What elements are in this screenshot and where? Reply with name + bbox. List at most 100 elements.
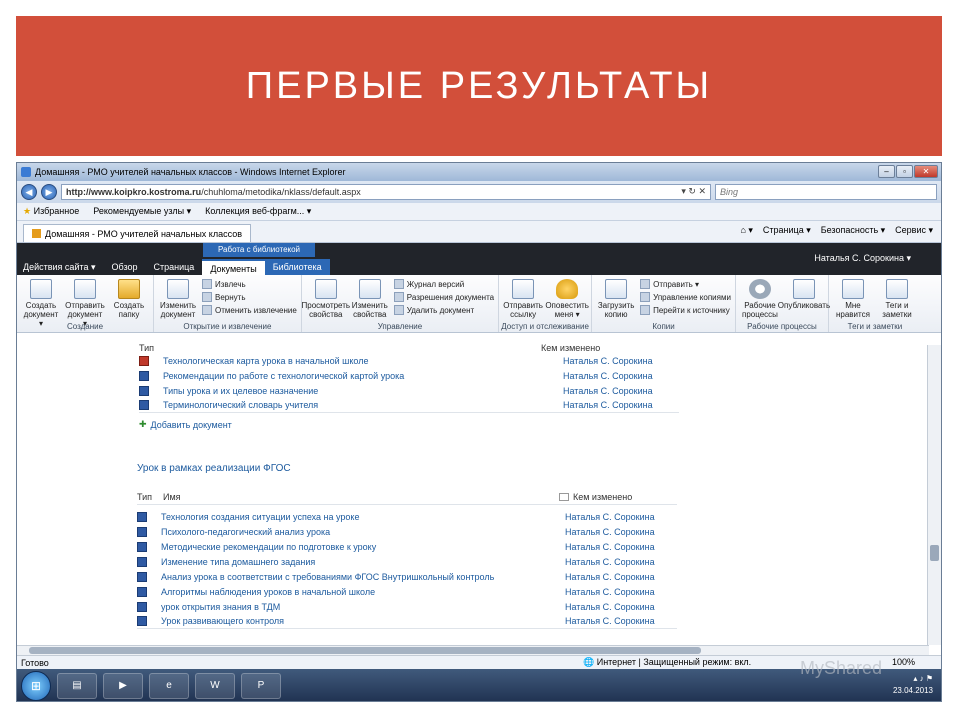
source-icon xyxy=(640,305,651,315)
minimize-icon[interactable]: – xyxy=(878,165,895,178)
tools-menu[interactable]: Сервис ▾ xyxy=(895,225,933,236)
section-title[interactable]: Урок в рамках реализации ФГОС xyxy=(137,463,677,474)
url-field[interactable]: http://www.koipkro.kostroma.ru /chuhloma… xyxy=(61,184,711,200)
new-document-icon xyxy=(30,279,52,299)
copies-icon xyxy=(640,292,651,302)
table-row[interactable]: Алгоритмы наблюдения уроков в начальной … xyxy=(137,584,677,599)
table-row[interactable]: урок открытия знания в ТДМ Наталья С. Сор… xyxy=(137,599,677,614)
col-type[interactable]: Тип xyxy=(137,492,163,502)
edit-properties-button[interactable]: Изменить свойства xyxy=(350,277,390,319)
safety-menu[interactable]: Безопасность ▾ xyxy=(821,225,885,236)
group-label: Рабочие процессы xyxy=(747,322,817,331)
tray-date[interactable]: 23.04.2013 xyxy=(893,685,933,697)
col-modified[interactable]: Кем изменено xyxy=(541,343,600,353)
new-folder-button[interactable]: Создать папку xyxy=(109,277,149,319)
scroll-thumb[interactable] xyxy=(930,545,939,561)
email-link-button[interactable]: Отправить ссылку xyxy=(503,277,543,319)
table-row[interactable]: Психолого-педагогический анализ урока Нат… xyxy=(137,524,677,539)
table-row[interactable]: Технологическая карта урока в начальной … xyxy=(139,353,679,368)
manage-copies-button[interactable]: Управление копиями xyxy=(640,292,731,302)
suggested-sites[interactable]: Рекомендуемые узлы ▾ xyxy=(93,206,191,217)
download-icon xyxy=(605,279,628,299)
view-properties-button[interactable]: Просмотреть свойства xyxy=(302,277,350,319)
select-checkbox[interactable] xyxy=(559,493,569,501)
checkin-button[interactable]: Вернуть xyxy=(202,292,297,302)
word-doc-icon xyxy=(137,586,147,597)
user-menu[interactable]: Наталья С. Сорокина ▾ xyxy=(814,253,911,264)
table-row[interactable]: Анализ урока в соответствии с требования… xyxy=(137,569,677,584)
col-type[interactable]: Тип xyxy=(139,343,169,353)
taskbar-media-icon[interactable]: ▶ xyxy=(103,673,143,699)
vertical-scrollbar[interactable] xyxy=(927,345,941,645)
discard-checkout-button[interactable]: Отменить извлечение xyxy=(202,305,297,315)
col-name[interactable]: Имя xyxy=(163,492,559,502)
alert-me-button[interactable]: Оповестить меня ▾ xyxy=(545,277,589,319)
table-row[interactable]: Технология создания ситуации успеха на у… xyxy=(137,509,677,524)
tab-documents[interactable]: Документы xyxy=(202,259,265,275)
table-row[interactable]: Методические рекомендации по подготовке … xyxy=(137,539,677,554)
table-row[interactable]: Урок развивающего контроля Наталья С. Сор… xyxy=(137,614,677,629)
browser-tab[interactable]: Домашняя - РМО учителей начальных классо… xyxy=(23,224,251,242)
table-row[interactable]: Изменение типа домашнего задания Наталья … xyxy=(137,554,677,569)
tab-library[interactable]: Библиотека xyxy=(264,259,330,275)
publish-button[interactable]: Опубликовать xyxy=(778,277,830,310)
ribbon-group-manage: Просмотреть свойства Изменить свойства Ж… xyxy=(302,275,500,332)
tag-icon xyxy=(885,279,908,299)
home-icon[interactable]: ⌂ ▾ xyxy=(740,225,752,236)
word-doc-icon xyxy=(137,541,147,552)
forward-icon[interactable]: ▶ xyxy=(41,184,57,200)
workflows-button[interactable]: Рабочие процессы xyxy=(740,277,780,319)
tab-page[interactable]: Страница xyxy=(146,259,203,275)
document-permissions-button[interactable]: Разрешения документа xyxy=(393,292,494,302)
ribbon-group-create: Создать документ ▾ Отправить документ ▾ … xyxy=(17,275,154,332)
ie-icon xyxy=(21,167,31,177)
checkout-button[interactable]: Извлечь xyxy=(202,279,297,289)
send-to-button[interactable]: Отправить ▾ xyxy=(640,279,731,289)
table-row[interactable]: Типы урока и их целевое назначение Наталь… xyxy=(139,383,679,398)
maximize-icon[interactable]: ▫ xyxy=(896,165,913,178)
tab-browse[interactable]: Обзор xyxy=(104,259,146,275)
taskbar-powerpoint-icon[interactable]: P xyxy=(241,673,281,699)
star-icon: ★ xyxy=(23,206,32,216)
search-input[interactable]: Bing xyxy=(715,184,937,200)
start-button[interactable]: ⊞ xyxy=(21,671,51,701)
add-document-link[interactable]: ✚ Добавить документ xyxy=(139,419,679,430)
like-button[interactable]: Мне нравится xyxy=(833,277,873,319)
workflow-icon xyxy=(748,279,771,299)
page-menu[interactable]: Страница ▾ xyxy=(763,225,811,236)
group-label: Создание xyxy=(66,322,104,331)
envelope-icon xyxy=(512,279,535,299)
version-history-button[interactable]: Журнал версий xyxy=(393,279,494,289)
taskbar-explorer-icon[interactable]: ▤ xyxy=(57,673,97,699)
close-icon[interactable]: ✕ xyxy=(914,165,938,178)
horizontal-scrollbar[interactable] xyxy=(17,645,929,655)
context-group-label: Работа с библиотекой xyxy=(203,243,315,257)
scroll-thumb[interactable] xyxy=(29,647,701,654)
col-modified[interactable]: Кем изменено xyxy=(573,492,632,502)
download-copy-button[interactable]: Загрузить копию xyxy=(596,277,636,319)
tags-notes-button[interactable]: Теги и заметки xyxy=(877,277,917,319)
go-to-source-button[interactable]: Перейти к источнику xyxy=(640,305,731,315)
slide-title: ПЕРВЫЕ РЕЗУЛЬТАТЫ xyxy=(245,64,713,107)
back-icon[interactable]: ◀ xyxy=(21,184,37,200)
address-bar: ◀ ▶ http://www.koipkro.kostroma.ru /chuh… xyxy=(17,181,941,203)
ie-title-bar: Домашняя - РМО учителей начальных классо… xyxy=(17,163,941,181)
table-row[interactable]: Рекомендации по работе с технологической… xyxy=(139,368,679,383)
delete-document-button[interactable]: Удалить документ xyxy=(393,305,494,315)
web-slice-gallery[interactable]: Коллекция веб-фрагм... ▾ xyxy=(205,206,311,217)
slide-header: ПЕРВЫЕ РЕЗУЛЬТАТЫ xyxy=(16,16,942,156)
refresh-stop-icons[interactable]: ▾ ↻ ✕ xyxy=(681,186,706,197)
folder-icon xyxy=(118,279,140,299)
taskbar-word-icon[interactable]: W xyxy=(195,673,235,699)
group-label: Доступ и отслеживание xyxy=(501,322,589,331)
zoom-level[interactable]: 100% xyxy=(892,657,915,667)
edit-document-button[interactable]: Изменить документ xyxy=(158,277,198,319)
delete-icon xyxy=(393,305,404,315)
favorites-button[interactable]: ★ Избранное xyxy=(23,206,79,217)
window-controls: – ▫ ✕ xyxy=(878,165,938,178)
site-actions-menu[interactable]: Действия сайта ▾ xyxy=(17,259,104,275)
table-row[interactable]: Терминологический словарь учителя Наталья… xyxy=(139,398,679,413)
taskbar-ie-icon[interactable]: e xyxy=(149,673,189,699)
tray-icons[interactable]: ▴ ♪ ⚑ xyxy=(893,673,933,685)
group-label: Копии xyxy=(652,322,675,331)
